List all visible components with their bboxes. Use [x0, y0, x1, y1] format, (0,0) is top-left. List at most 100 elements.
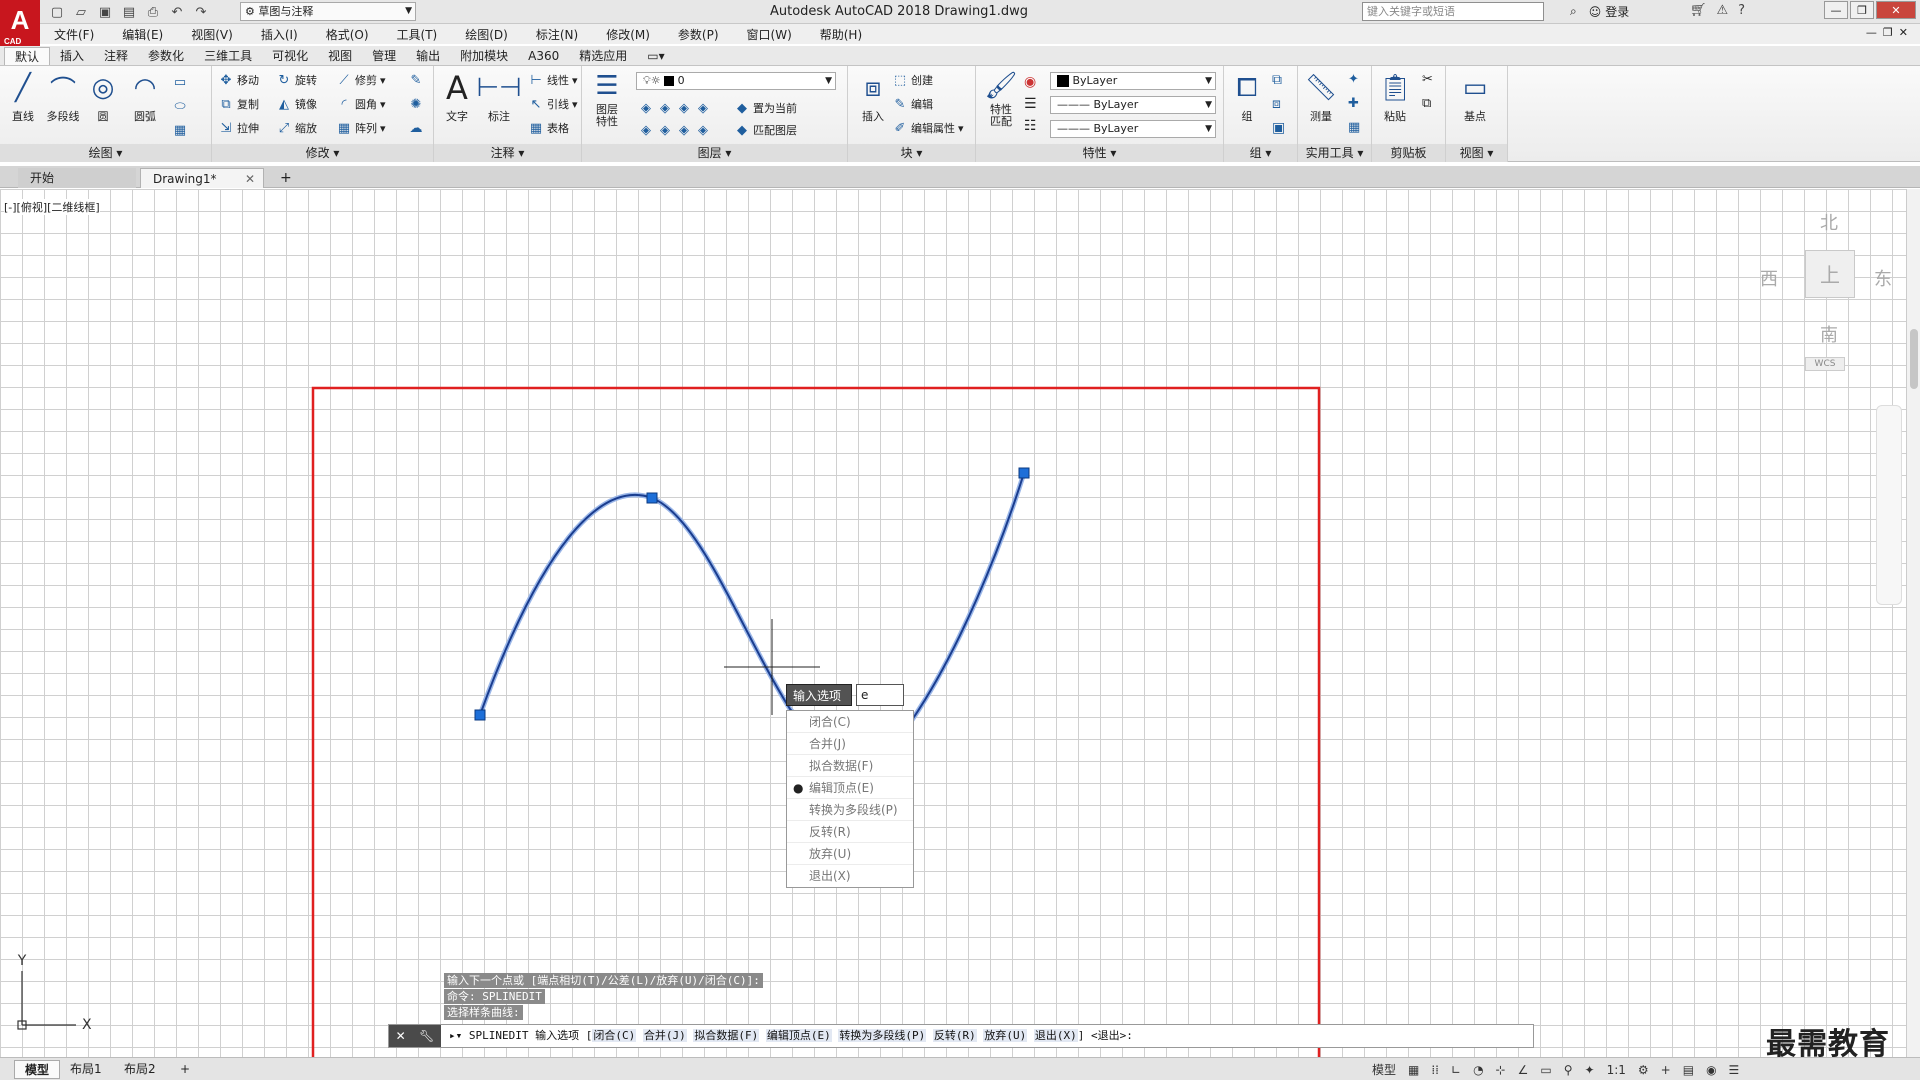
add-layout-button[interactable]: + [170, 1060, 200, 1079]
point-icon[interactable]: ✦ [1348, 72, 1359, 87]
panel-draw-title[interactable]: 绘图 ▾ [0, 144, 211, 162]
menu-parametric[interactable]: 参数(P) [664, 26, 733, 43]
group-button[interactable]: ⧠ 组 [1226, 68, 1268, 124]
arc-button[interactable]: ◠ 圆弧 [124, 68, 166, 124]
grip-mid[interactable] [646, 492, 658, 504]
viewcube-south[interactable]: 南 [1820, 321, 1838, 347]
save-icon[interactable]: ▣ [96, 3, 114, 21]
open-icon[interactable]: ▱ [72, 3, 90, 21]
workspace-gear-icon[interactable]: ⚙ [1638, 1063, 1649, 1077]
autocad-logo-button[interactable]: A CAD [0, 0, 40, 48]
linetype-dropdown[interactable]: ——— ByLayer ▼ [1050, 96, 1216, 114]
rectangle-button[interactable]: ▭ [172, 72, 188, 92]
scale-button[interactable]: ⤢ 缩放 [276, 118, 317, 138]
option-edit-vertex[interactable]: ● 编辑顶点(E) [787, 777, 913, 799]
tab-parametric[interactable]: 参数化 [138, 47, 194, 65]
paste-button[interactable]: 📋︎ 粘贴 [1374, 68, 1416, 124]
option-reverse[interactable]: 反转(R) [787, 821, 913, 843]
leader-button[interactable]: ↖ 引线 ▾ [528, 94, 578, 114]
option-convert-polyline[interactable]: 转换为多段线(P) [787, 799, 913, 821]
tab-drawing1[interactable]: Drawing1* ✕ [140, 168, 264, 188]
viewcube[interactable]: 北 西 东 上 南 WCS [1760, 205, 1892, 375]
navigation-bar[interactable] [1876, 405, 1902, 605]
edit-attributes-button[interactable]: ✐ 编辑属性 ▾ [892, 118, 964, 138]
new-icon[interactable]: ▢ [48, 3, 66, 21]
menu-view[interactable]: 视图(V) [177, 26, 247, 43]
layer-tools-row-1[interactable]: ◈ ◈ ◈ ◈ [638, 98, 711, 118]
grip-start[interactable] [474, 709, 486, 721]
cmd-option-edit-vertex[interactable]: 编辑顶点(E) [765, 1029, 832, 1042]
search-input[interactable]: 键入关键字或短语 [1362, 2, 1544, 21]
exchange-icon[interactable]: ⚠ [1717, 3, 1729, 18]
hatch-button[interactable]: ▦ [172, 120, 188, 140]
measure-button[interactable]: 📏︎ 测量 [1300, 68, 1342, 124]
cmd-option-join[interactable]: 合并(J) [642, 1029, 687, 1042]
binoculars-icon[interactable]: ⌕ [1570, 4, 1577, 19]
annotation-scale-icon[interactable]: ✦ [1585, 1063, 1595, 1077]
saveas-icon[interactable]: ▤ [120, 3, 138, 21]
layout-tab-2[interactable]: 布局2 [114, 1060, 166, 1079]
close-command-line-icon[interactable]: ✕ [396, 1029, 406, 1043]
tab-featured-apps[interactable]: 精选应用 [569, 47, 637, 65]
annotation-visibility-icon[interactable]: ⚲ [1564, 1063, 1573, 1077]
trim-button[interactable]: ⟋ 修剪 ▾ [336, 70, 385, 90]
undo-icon[interactable]: ↶ [168, 3, 186, 21]
tab-addins[interactable]: 附加模块 [450, 47, 518, 65]
copy-clip-icon[interactable]: ⧉ [1422, 96, 1431, 111]
panel-clipboard-title[interactable]: 剪贴板 [1372, 144, 1445, 162]
lineweight-icon[interactable]: ☷ [1024, 118, 1037, 134]
base-view-button[interactable]: ▭ 基点 [1454, 68, 1496, 124]
match-properties-button[interactable]: 🖌︎ 特性 匹配 [980, 68, 1022, 128]
copy-button[interactable]: ⧉ 复制 [218, 94, 259, 114]
lineweight-toggle-icon[interactable]: ▭ [1540, 1063, 1551, 1077]
menu-help[interactable]: 帮助(H) [806, 26, 876, 43]
model-space-button[interactable]: 模型 [1372, 1061, 1396, 1078]
redo-icon[interactable]: ↷ [192, 3, 210, 21]
group-select-icon[interactable]: ▣ [1272, 120, 1285, 136]
panel-properties-title[interactable]: 特性 ▾ [976, 144, 1223, 162]
text-button[interactable]: A 文字 [436, 68, 478, 124]
polyline-button[interactable]: ⌒ 多段线 [42, 68, 84, 124]
tab-insert[interactable]: 插入 [50, 47, 94, 65]
cart-icon[interactable]: 🛒︎ [1690, 3, 1707, 18]
erase-button[interactable]: ✎ [408, 70, 424, 90]
tab-3d-tools[interactable]: 三维工具 [194, 47, 262, 65]
wcs-dropdown[interactable]: WCS [1805, 357, 1845, 371]
menu-file[interactable]: 文件(F) [40, 26, 108, 43]
grip-end[interactable] [1018, 467, 1030, 479]
option-join[interactable]: 合并(J) [787, 733, 913, 755]
cut-icon[interactable]: ✂ [1422, 72, 1433, 87]
menu-edit[interactable]: 编辑(E) [108, 26, 177, 43]
help-icon[interactable]: ? [1738, 3, 1745, 18]
move-button[interactable]: ✥ 移动 [218, 70, 259, 90]
ribbon-options-icon[interactable]: ▭▾ [637, 47, 674, 65]
command-icon[interactable]: ▸▾ [449, 1029, 469, 1042]
stretch-button[interactable]: ⇲ 拉伸 [218, 118, 259, 138]
tab-view[interactable]: 视图 [318, 47, 362, 65]
linetype-icon[interactable]: ☰ [1024, 96, 1037, 112]
array-button[interactable]: ▦ 阵列 ▾ [336, 118, 386, 138]
panel-utilities-title[interactable]: 实用工具 ▾ [1298, 144, 1371, 162]
command-line[interactable]: ✕ 🔧︎ ▸▾ SPLINEDIT 输入选项 [闭合(C) 合并(J) 拟合数据… [388, 1024, 1534, 1048]
ellipse-button[interactable]: ⬭ [172, 96, 188, 116]
option-close[interactable]: 闭合(C) [787, 711, 913, 733]
viewcube-west[interactable]: 西 [1760, 265, 1778, 291]
layer-dropdown[interactable]: 💡︎☼ 0 ▼ [636, 72, 836, 90]
otrack-icon[interactable]: ∠ [1518, 1063, 1529, 1077]
scrollbar-thumb[interactable] [1910, 329, 1918, 389]
ortho-icon[interactable]: ∟ [1451, 1063, 1461, 1077]
menu-draw[interactable]: 绘图(D) [451, 26, 522, 43]
menu-window[interactable]: 窗口(W) [733, 26, 806, 43]
layout-tab-1[interactable]: 布局1 [60, 1060, 112, 1079]
spline-curve[interactable] [479, 472, 1025, 721]
menu-tools[interactable]: 工具(T) [383, 26, 452, 43]
table-button[interactable]: ▦ 表格 [528, 118, 569, 138]
dimension-button[interactable]: ⊢⊣ 标注 [476, 68, 521, 124]
plot-icon[interactable]: ⎙ [144, 3, 162, 21]
layer-properties-button[interactable]: ☰ 图层 特性 [586, 68, 628, 128]
linear-button[interactable]: ⊢ 线性 ▾ [528, 70, 577, 90]
login-button[interactable]: ⌕ ☺ 登录 [1570, 3, 1629, 20]
menu-dimension[interactable]: 标注(N) [522, 26, 592, 43]
command-prompt[interactable]: ▸▾ SPLINEDIT 输入选项 [闭合(C) 合并(J) 拟合数据(F) 编… [449, 1025, 1133, 1047]
tab-manage[interactable]: 管理 [362, 47, 406, 65]
